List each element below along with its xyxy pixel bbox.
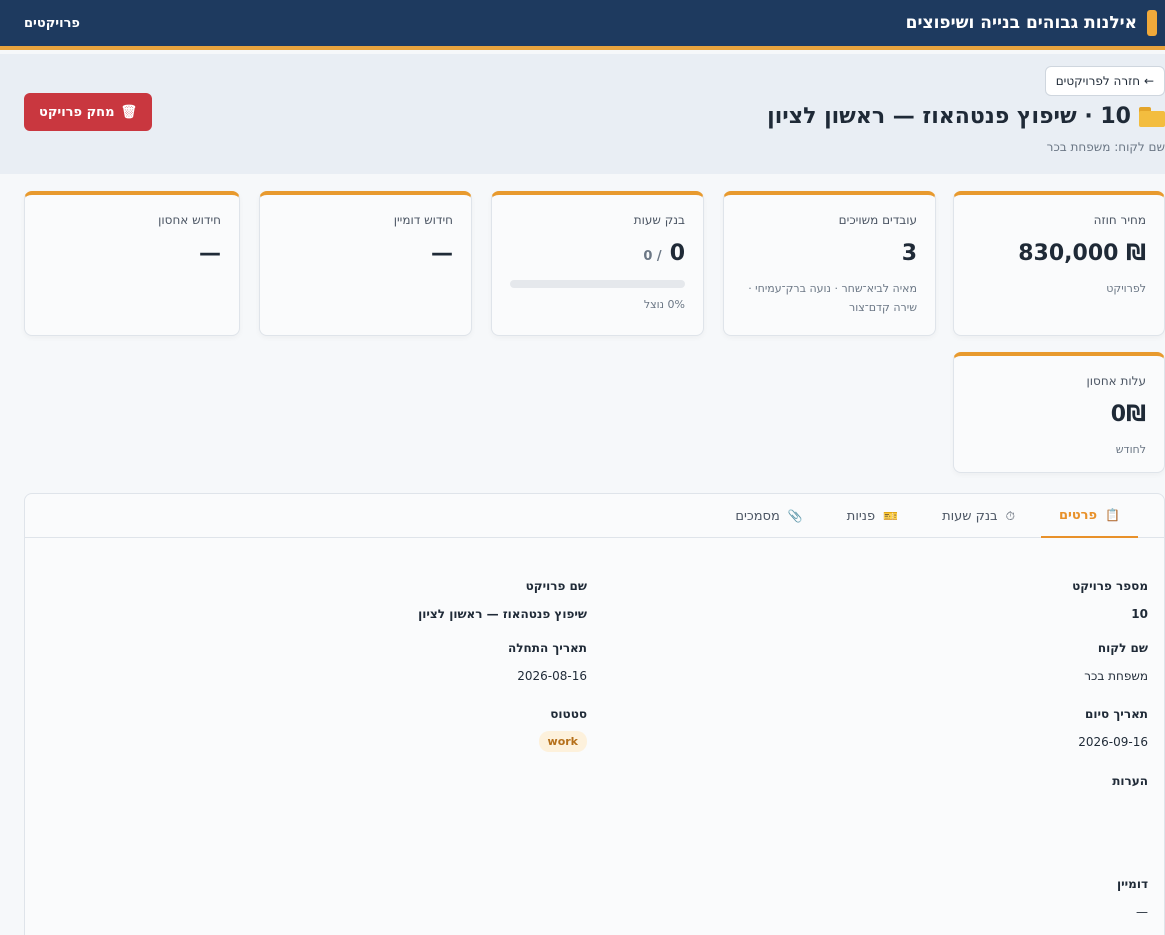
field-label: שם לקוח	[1097, 641, 1148, 655]
card-subtext: לחודש	[1115, 443, 1146, 456]
tab-label: בנק שעות	[942, 508, 998, 524]
card-label: בנק שעות	[633, 213, 685, 227]
stat-card-hours-bank: בנק שעות 0 / 0 0% נוצל	[491, 191, 704, 336]
stat-card-domain-renewal: חידוש דומיין —	[259, 191, 472, 336]
field-label: תאריך סיום	[1085, 707, 1148, 721]
field-end-date: תאריך סיום 2026-09-16	[1078, 707, 1148, 749]
tab-documents[interactable]: 📎 מסמכים	[717, 494, 820, 538]
card-label: חידוש דומיין	[393, 213, 453, 227]
card-value: —	[431, 241, 453, 266]
client-subtitle: שם לקוח: משפחת בכר	[1046, 140, 1165, 154]
field-value: 10	[1131, 607, 1148, 621]
field-label: תאריך התחלה	[508, 641, 587, 655]
page-title: 10 · שיפוץ פנטהאוז — ראשון לציון	[767, 104, 1165, 129]
field-value: שיפוץ פנטהאוז — ראשון לציון	[418, 607, 587, 621]
field-value: משפחת בכר	[1084, 669, 1148, 683]
trash-icon: 🗑	[120, 104, 138, 120]
tab-hours-bank[interactable]: ⏱ בנק שעות	[924, 494, 1033, 538]
card-subtext: מאיה לביא־שחר · נועה ברק־עמיחי · שירה קד…	[748, 282, 917, 314]
hours-used: 0	[669, 241, 685, 266]
details-panel: 📋 פרטים ⏱ בנק שעות 🎫 פניות 📎 מסמכים מספר…	[24, 493, 1165, 935]
stopwatch-icon: ⏱	[1005, 508, 1015, 523]
field-label: דומיין	[1116, 877, 1148, 891]
brand: אילנות גבוהים בנייה ושיפוצים	[906, 10, 1157, 36]
field-start-date: תאריך התחלה 2026-08-16	[508, 641, 587, 683]
hours-progress-bar	[510, 280, 685, 288]
tab-tickets[interactable]: 🎫 פניות	[829, 494, 916, 538]
card-value: —	[199, 241, 221, 266]
clipboard-icon: 📋	[1105, 508, 1120, 522]
stat-card-contract-price: מחיר חוזה ₪ 830,000 לפרויקט	[953, 191, 1165, 336]
field-label: הערות	[1112, 774, 1148, 788]
delete-project-button[interactable]: 🗑 מחק פרויקט	[24, 93, 152, 131]
field-client-name: שם לקוח משפחת בכר	[1084, 641, 1148, 683]
paperclip-icon: 📎	[787, 509, 803, 523]
page-title-text: 10 · שיפוץ פנטהאוז — ראשון לציון	[767, 104, 1131, 129]
status-badge: work	[538, 731, 587, 752]
delete-project-label: מחק פרויקט	[38, 104, 115, 120]
stat-card-storage-cost: עלות אחסון 0₪ לחודש	[953, 352, 1165, 473]
card-label: חידוש אחסון	[158, 213, 221, 227]
field-value: 2026-08-16	[517, 669, 587, 683]
tab-bar: 📋 פרטים ⏱ בנק שעות 🎫 פניות 📎 מסמכים	[25, 494, 1164, 538]
hours-row: 0 / 0	[510, 241, 685, 266]
card-value: 3	[901, 241, 917, 266]
stat-card-workers: עובדים משויכים 3 מאיה לביא־שחר · נועה בר…	[723, 191, 936, 336]
card-label: עובדים משויכים	[838, 213, 917, 227]
field-project-number: מספר פרויקט 10	[1072, 579, 1148, 621]
field-value: 2026-09-16	[1078, 735, 1148, 749]
card-subtext: לפרויקט	[1106, 282, 1146, 295]
field-notes: הערות	[1112, 774, 1148, 788]
page-header: ← חזרה לפרויקטים 10 · שיפוץ פנטהאוז — רא…	[0, 54, 1165, 174]
card-subtext: 0% נוצל	[643, 298, 685, 311]
card-label: מחיר חוזה	[1093, 213, 1146, 227]
top-bar: אילנות גבוהים בנייה ושיפוצים פרויקטים	[0, 0, 1165, 50]
brand-title: אילנות גבוהים בנייה ושיפוצים	[905, 13, 1137, 33]
field-domain: דומיין —	[1117, 877, 1148, 919]
field-label: שם פרויקט	[525, 579, 587, 593]
stat-card-storage-renewal: חידוש אחסון —	[24, 191, 240, 336]
field-value: —	[1136, 905, 1148, 919]
hours-total: / 0	[643, 249, 662, 264]
tab-label: פניות	[846, 508, 876, 524]
card-label: עלות אחסון	[1086, 374, 1147, 388]
field-project-name: שם פרויקט שיפוץ פנטהאוז — ראשון לציון	[418, 579, 587, 621]
card-value: ₪ 830,000	[1018, 241, 1146, 266]
folder-icon	[1139, 106, 1165, 127]
field-label: סטטוס	[550, 707, 587, 721]
field-status: סטטוס work	[538, 707, 587, 752]
nav-projects-link[interactable]: פרויקטים	[24, 16, 80, 31]
ticket-icon: 🎫	[883, 509, 899, 523]
field-label: מספר פרויקט	[1072, 579, 1148, 593]
card-value: 0₪	[1110, 402, 1146, 427]
brand-logo	[1147, 10, 1157, 36]
tab-label: פרטים	[1058, 507, 1098, 523]
tab-label: מסמכים	[735, 508, 780, 524]
back-to-projects-button[interactable]: ← חזרה לפרויקטים	[1044, 66, 1165, 96]
tab-details[interactable]: 📋 פרטים	[1040, 494, 1138, 538]
